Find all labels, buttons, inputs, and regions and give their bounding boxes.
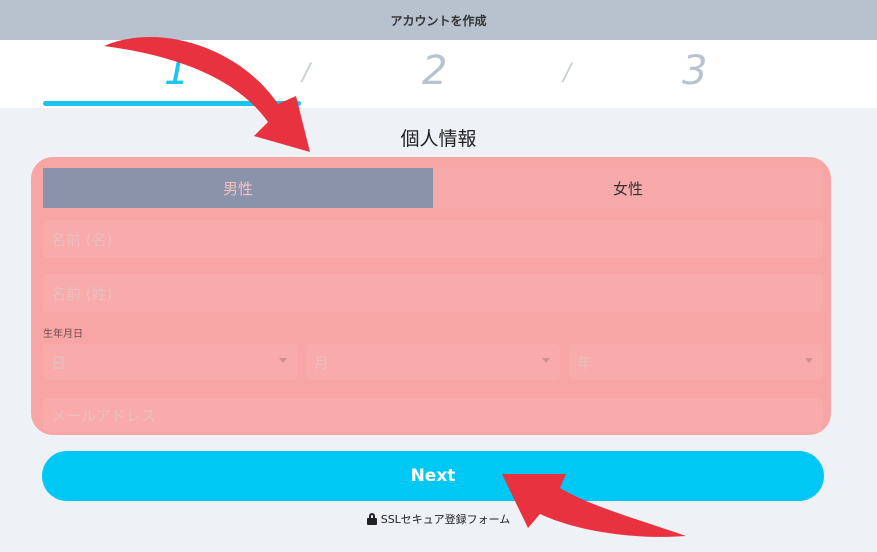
dob-year-select[interactable]: 年 xyxy=(569,344,823,380)
dob-year-value: 年 xyxy=(577,353,593,372)
dob-month-select[interactable]: 月 xyxy=(306,344,560,380)
chevron-down-icon xyxy=(542,358,550,363)
chevron-down-icon xyxy=(279,358,287,363)
window-title: アカウントを作成 xyxy=(390,13,487,28)
chevron-down-icon xyxy=(805,358,813,363)
lock-icon xyxy=(366,513,377,525)
dob-day-select[interactable]: 日 xyxy=(43,344,297,380)
step-separator: / xyxy=(563,58,572,86)
ssl-note-text: SSLセキュア登録フォーム xyxy=(380,513,511,526)
step-2[interactable]: 2 xyxy=(422,48,447,94)
dob-month-value: 月 xyxy=(314,353,330,372)
gender-female-button[interactable]: 女性 xyxy=(433,168,823,208)
last-name-input[interactable]: 名前 (姓) xyxy=(43,274,823,312)
ssl-note: SSLセキュア登録フォーム xyxy=(0,511,877,527)
first-name-input[interactable]: 名前 (名) xyxy=(43,220,823,258)
step-1[interactable]: 1 xyxy=(164,48,189,94)
step-3[interactable]: 3 xyxy=(682,48,707,94)
step-indicator: 1 / 2 / 3 xyxy=(0,40,877,108)
window-title-bar: アカウントを作成 xyxy=(0,0,877,40)
gender-selector: 男性 女性 xyxy=(43,168,823,208)
next-button[interactable]: Next xyxy=(42,451,824,501)
dob-day-value: 日 xyxy=(51,353,67,372)
gender-male-button[interactable]: 男性 xyxy=(43,168,433,208)
section-title: 個人情報 xyxy=(400,128,477,150)
step-separator: / xyxy=(302,58,311,86)
dob-label: 生年月日 xyxy=(43,329,83,340)
active-step-underline xyxy=(43,101,301,106)
email-input[interactable]: メールアドレス xyxy=(43,398,823,432)
